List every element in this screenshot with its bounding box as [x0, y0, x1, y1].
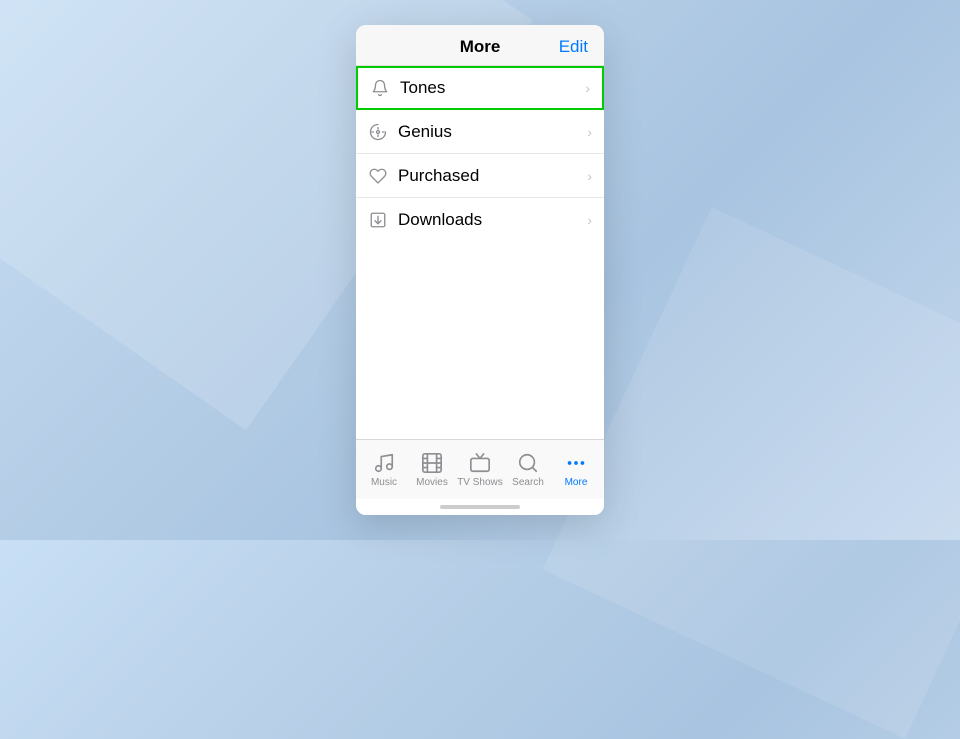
tab-more[interactable]: More — [552, 451, 600, 488]
downloads-icon — [368, 210, 388, 230]
downloads-chevron: › — [587, 212, 592, 228]
home-indicator-bar — [440, 505, 520, 509]
home-indicator — [356, 499, 604, 515]
purchased-label: Purchased — [398, 166, 583, 186]
more-tab-label: More — [565, 477, 588, 488]
phone-frame: More Edit Tones › Geni — [356, 25, 604, 515]
genius-chevron: › — [587, 124, 592, 140]
edit-button[interactable]: Edit — [559, 37, 588, 57]
menu-list: Tones › Genius › Purchased › — [356, 66, 604, 439]
search-icon — [516, 451, 540, 475]
tones-label: Tones — [400, 78, 581, 98]
tv-shows-icon — [468, 451, 492, 475]
more-icon — [564, 451, 588, 475]
list-item-genius[interactable]: Genius › — [356, 110, 604, 154]
purchased-chevron: › — [587, 168, 592, 184]
tab-search[interactable]: Search — [504, 451, 552, 488]
tab-bar: Music Movies — [356, 439, 604, 499]
header: More Edit — [356, 25, 604, 66]
downloads-label: Downloads — [398, 210, 583, 230]
bell-icon — [370, 78, 390, 98]
tones-chevron: › — [585, 80, 590, 96]
search-tab-label: Search — [512, 477, 544, 488]
tab-music[interactable]: Music — [360, 451, 408, 488]
tab-tv-shows[interactable]: TV Shows — [456, 451, 504, 488]
genius-label: Genius — [398, 122, 583, 142]
tv-shows-tab-label: TV Shows — [457, 477, 503, 488]
purchased-icon — [368, 166, 388, 186]
list-item-tones[interactable]: Tones › — [356, 66, 604, 110]
list-item-downloads[interactable]: Downloads › — [356, 198, 604, 242]
movies-icon — [420, 451, 444, 475]
genius-icon — [368, 122, 388, 142]
music-tab-label: Music — [371, 477, 397, 488]
list-item-purchased[interactable]: Purchased › — [356, 154, 604, 198]
movies-tab-label: Movies — [416, 477, 448, 488]
header-title: More — [460, 37, 501, 57]
tab-movies[interactable]: Movies — [408, 451, 456, 488]
music-icon — [372, 451, 396, 475]
